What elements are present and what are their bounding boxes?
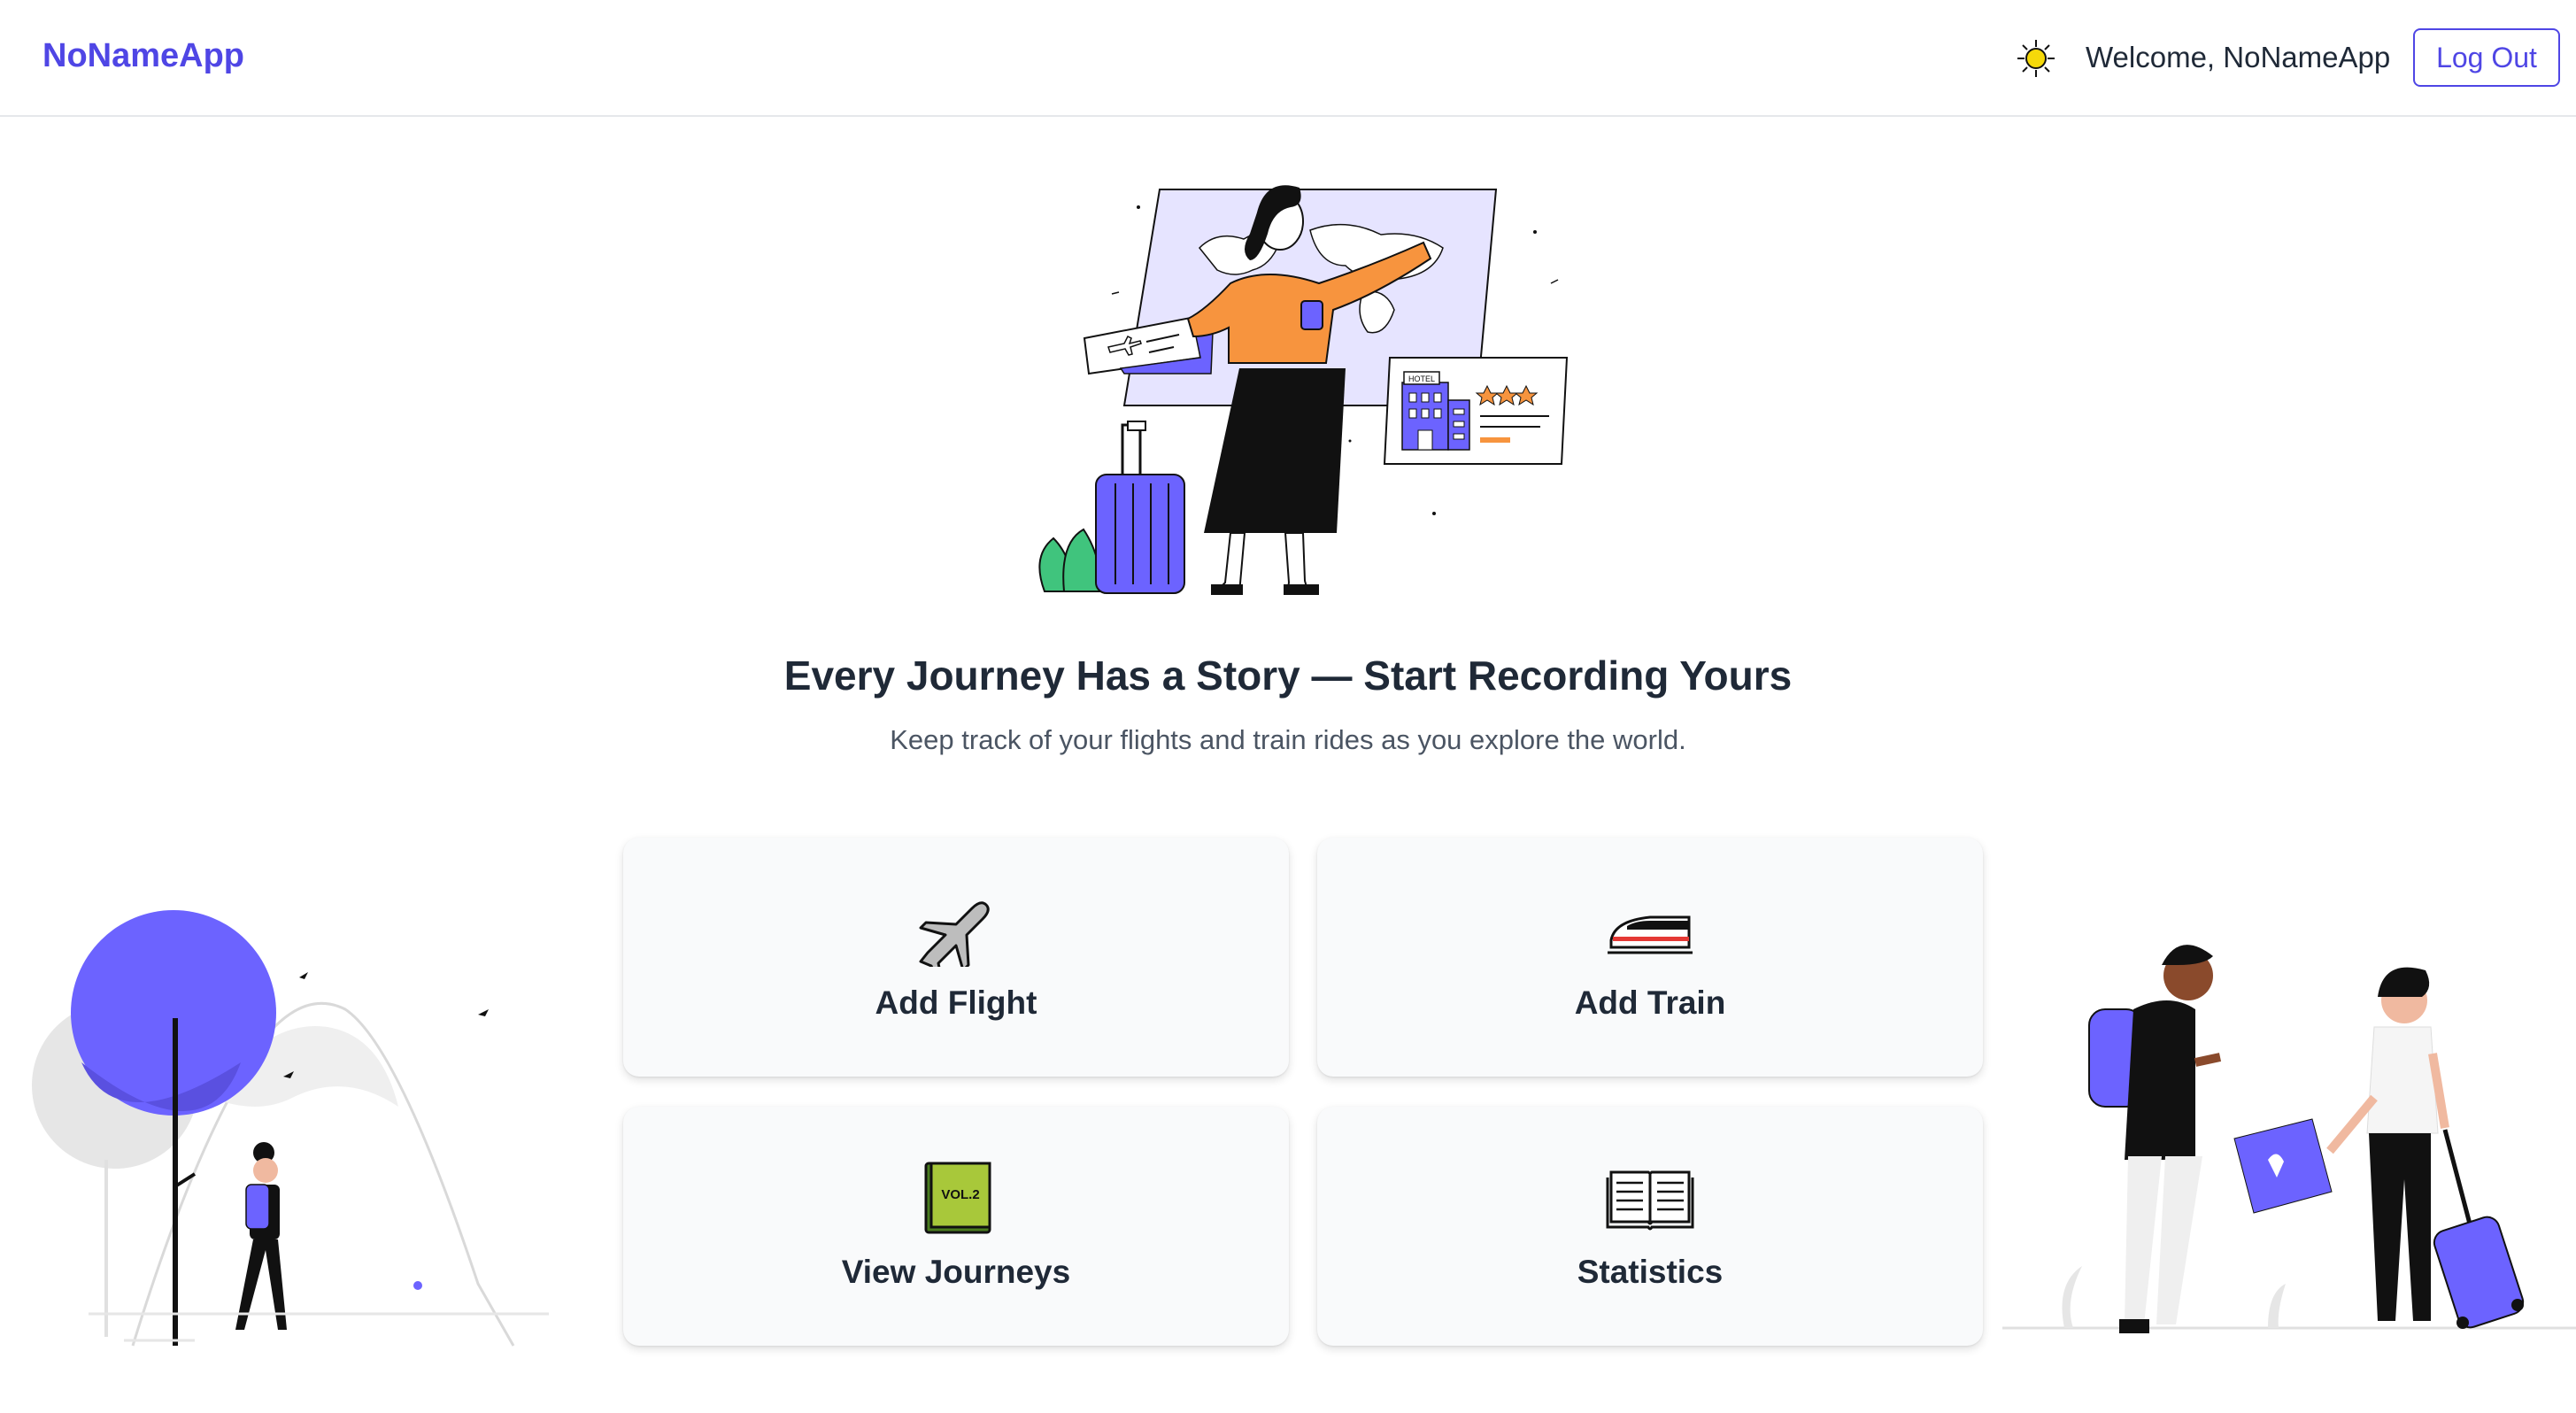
hiker-illustration (32, 910, 549, 1347)
navbar: NoNameApp Welcome, NoNameApp Log Out (0, 0, 2576, 117)
hotel-sign: HOTEL (1408, 374, 1435, 383)
welcome-text: Welcome, NoNameApp (2086, 41, 2391, 73)
hero-headline: Every Journey Has a Story — Start Record… (783, 652, 1793, 699)
add-flight-label: Add Flight (875, 984, 1037, 1021)
airplane-icon (919, 901, 990, 967)
view-journeys-card[interactable]: VOL.2 View Journeys (623, 1107, 1289, 1346)
statistics-label: Statistics (1577, 1254, 1724, 1290)
view-journeys-label: View Journeys (841, 1254, 1071, 1290)
brand-logo[interactable]: NoNameApp (42, 37, 244, 75)
add-flight-card[interactable]: Add Flight (623, 838, 1289, 1077)
sun-icon[interactable] (2017, 39, 2055, 78)
book-icon: VOL.2 (924, 1162, 991, 1234)
add-train-card[interactable]: Add Train (1317, 838, 1983, 1077)
hero-illustration: HOTEL (1038, 185, 1569, 595)
add-train-label: Add Train (1574, 984, 1726, 1021)
book-volume-text: VOL.2 (941, 1187, 979, 1202)
train-icon (1608, 915, 1693, 954)
statistics-card[interactable]: Statistics (1317, 1107, 1983, 1346)
open-book-icon (1606, 1170, 1694, 1231)
travelers-illustration (2002, 945, 2576, 1333)
logout-button[interactable]: Log Out (2413, 28, 2560, 87)
hero-subline: Keep track of your flights and train rid… (890, 724, 1686, 755)
